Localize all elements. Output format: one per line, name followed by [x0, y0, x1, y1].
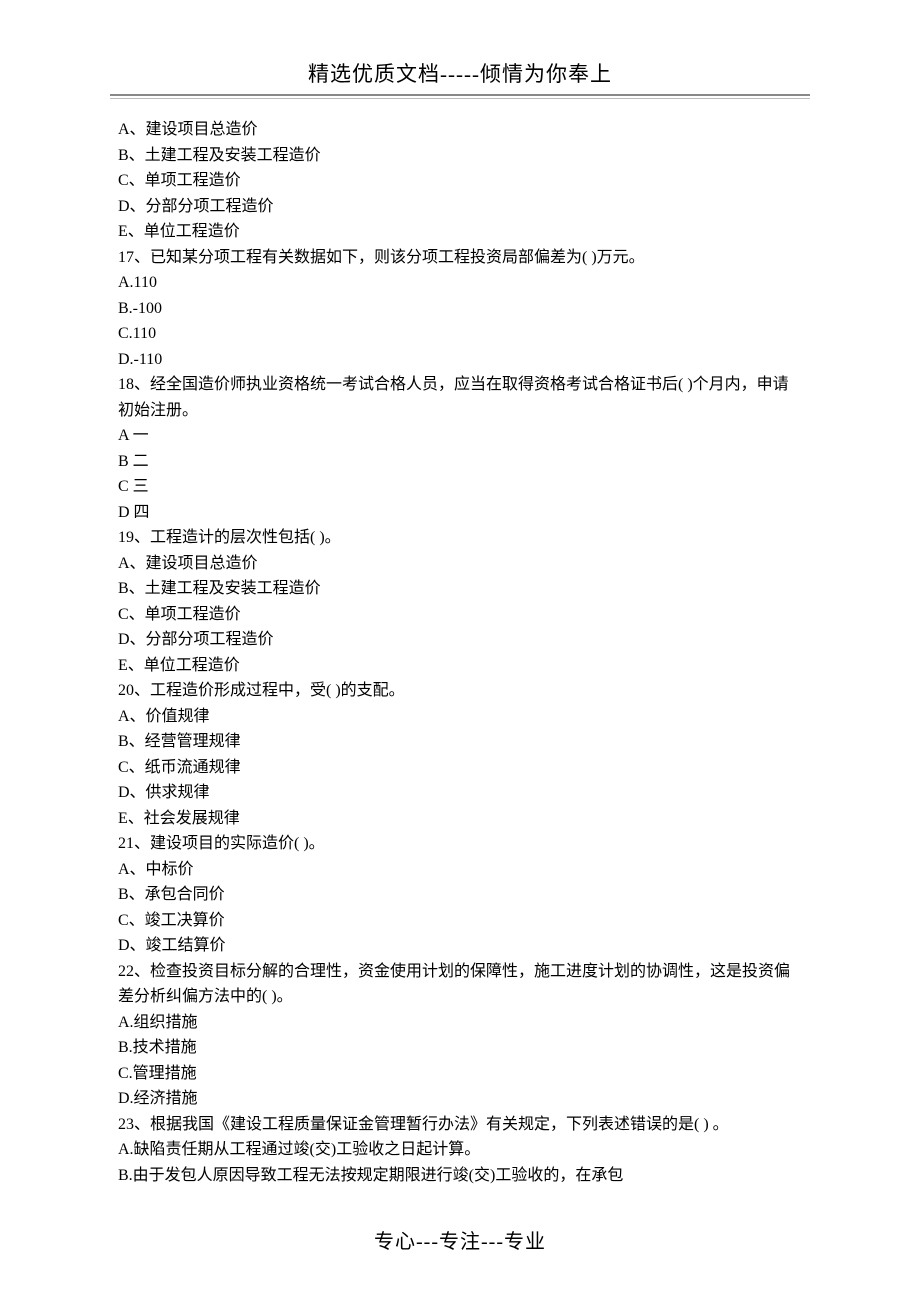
- header-rule: [110, 94, 810, 99]
- body-line: 18、经全国造价师执业资格统一考试合格人员，应当在取得资格考试合格证书后( )个…: [118, 372, 802, 423]
- body-line: D.经济措施: [118, 1086, 802, 1112]
- body-line: C、单项工程造价: [118, 602, 802, 628]
- body-line: 21、建设项目的实际造价( )。: [118, 831, 802, 857]
- body-line: 22、检查投资目标分解的合理性，资金使用计划的保障性，施工进度计划的协调性，这是…: [118, 959, 802, 1010]
- body-line: B、承包合同价: [118, 882, 802, 908]
- body-line: A、建设项目总造价: [118, 117, 802, 143]
- body-line: D.-110: [118, 347, 802, 373]
- body-line: B、土建工程及安装工程造价: [118, 143, 802, 169]
- body-line: C、单项工程造价: [118, 168, 802, 194]
- body-line: D、分部分项工程造价: [118, 627, 802, 653]
- body-line: E、社会发展规律: [118, 806, 802, 832]
- document-page: 精选优质文档-----倾情为你奉上 A、建设项目总造价 B、土建工程及安装工程造…: [0, 0, 920, 1302]
- body-line: C.管理措施: [118, 1061, 802, 1087]
- body-line: 17、已知某分项工程有关数据如下，则该分项工程投资局部偏差为( )万元。: [118, 245, 802, 271]
- body-line: B.技术措施: [118, 1035, 802, 1061]
- body-line: C、竣工决算价: [118, 908, 802, 934]
- body-line: A、价值规律: [118, 704, 802, 730]
- body-line: A.组织措施: [118, 1010, 802, 1036]
- body-line: A.缺陷责任期从工程通过竣(交)工验收之日起计算。: [118, 1137, 802, 1163]
- body-line: C.110: [118, 321, 802, 347]
- body-line: C 三: [118, 474, 802, 500]
- body-line: D、供求规律: [118, 780, 802, 806]
- body-line: C、纸币流通规律: [118, 755, 802, 781]
- body-line: 20、工程造价形成过程中，受( )的支配。: [118, 678, 802, 704]
- body-line: B.由于发包人原因导致工程无法按规定期限进行竣(交)工验收的，在承包: [118, 1163, 802, 1189]
- document-body: A、建设项目总造价 B、土建工程及安装工程造价 C、单项工程造价 D、分部分项工…: [118, 117, 802, 1188]
- page-header: 精选优质文档-----倾情为你奉上: [0, 58, 920, 94]
- body-line: A.110: [118, 270, 802, 296]
- body-line: B、土建工程及安装工程造价: [118, 576, 802, 602]
- body-line: B 二: [118, 449, 802, 475]
- body-line: 23、根据我国《建设工程质量保证金管理暂行办法》有关规定，下列表述错误的是( )…: [118, 1112, 802, 1138]
- body-line: D、竣工结算价: [118, 933, 802, 959]
- body-line: B、经营管理规律: [118, 729, 802, 755]
- body-line: A、建设项目总造价: [118, 551, 802, 577]
- body-line: B.-100: [118, 296, 802, 322]
- page-footer: 专心---专注---专业: [0, 1225, 920, 1254]
- body-line: D 四: [118, 500, 802, 526]
- body-line: A 一: [118, 423, 802, 449]
- body-line: 19、工程造计的层次性包括( )。: [118, 525, 802, 551]
- body-line: E、单位工程造价: [118, 653, 802, 679]
- body-line: D、分部分项工程造价: [118, 194, 802, 220]
- body-line: A、中标价: [118, 857, 802, 883]
- body-line: E、单位工程造价: [118, 219, 802, 245]
